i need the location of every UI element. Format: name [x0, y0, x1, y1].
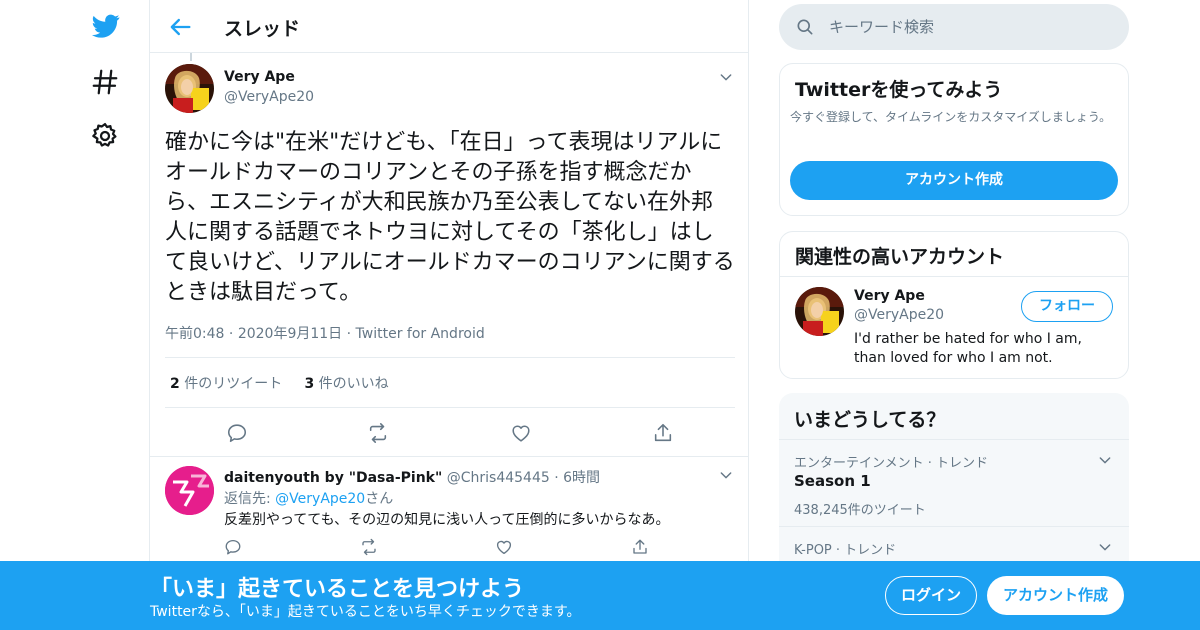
retweet-icon[interactable] — [359, 538, 379, 556]
account-handle[interactable]: @VeryApe20 — [854, 307, 944, 323]
chevron-down-icon[interactable] — [1097, 452, 1113, 468]
author-name[interactable]: Very Ape — [224, 69, 295, 85]
panel-title: Twitterを使ってみよう — [795, 79, 1003, 101]
twitter-bird-icon[interactable] — [90, 12, 122, 40]
author-handle[interactable]: @VeryApe20 — [224, 89, 314, 105]
trend-count: 438,245件のツイート — [794, 503, 926, 518]
avatar[interactable] — [165, 64, 214, 113]
signup-panel: Twitterを使ってみよう 今すぐ登録して、タイムラインをカスタマイズしましょ… — [779, 63, 1129, 216]
reply-author-name[interactable]: daitenyouth by "Dasa-Pink" — [224, 470, 442, 486]
tweet-stats: 2 件のリツイート 3 件のいいね — [170, 373, 389, 393]
search-icon — [795, 17, 815, 37]
create-account-button[interactable]: アカウント作成 — [790, 161, 1118, 200]
reply-text: 反差別やってても、その辺の知見に浅い人って圧倒的に多いからなあ。 — [224, 512, 670, 528]
chevron-down-icon[interactable] — [718, 467, 734, 483]
like-count: 3 — [304, 376, 315, 392]
meta-separator: · — [346, 326, 356, 342]
thread-connector — [190, 53, 192, 61]
reply-time[interactable]: 6時間 — [563, 470, 600, 486]
banner-subtitle: Twitterなら、「いま」起きていることをいち早くチェックできます。 — [150, 604, 581, 620]
heart-icon[interactable] — [495, 538, 513, 556]
reply-icon[interactable] — [226, 422, 248, 444]
avatar[interactable] — [165, 466, 214, 515]
like-stat[interactable]: 3 件のいいね — [304, 376, 388, 392]
reply-prefix: 返信先: — [224, 491, 271, 507]
meta-separator: · — [228, 326, 238, 342]
panel-title: いまどうしてる？ — [794, 409, 946, 431]
divider — [165, 357, 735, 358]
trend-item[interactable]: エンターテインメント · トレンド Season 1 438,245件のツイート — [779, 439, 1129, 526]
meta-separator: · — [554, 470, 559, 486]
share-icon[interactable] — [631, 538, 649, 556]
replying-to: 返信先: @VeryApe20さん — [224, 488, 393, 508]
trend-category: エンターテインメント · トレンド — [794, 456, 989, 471]
page-title: スレッド — [224, 18, 301, 40]
banner-title: 「いま」起きていることを見つけよう — [150, 577, 525, 602]
like-label: 件のいいね — [318, 376, 389, 392]
related-accounts-panel: 関連性の高いアカウント Very Ape @VeryApe20 フォロー I'd… — [779, 231, 1129, 379]
retweet-label: 件のリツイート — [184, 376, 283, 392]
search-input[interactable] — [829, 4, 1109, 50]
divider — [165, 407, 735, 408]
avatar[interactable] — [795, 287, 844, 336]
gear-icon[interactable] — [90, 121, 120, 151]
follow-button[interactable]: フォロー — [1021, 291, 1113, 322]
chevron-down-icon[interactable] — [718, 69, 734, 85]
search-bar[interactable] — [779, 4, 1129, 50]
tweet-source[interactable]: Twitter for Android — [356, 326, 485, 342]
panel-title: 関連性の高いアカウント — [795, 246, 1005, 268]
thread-column: スレッド Very Ape @VeryApe20 確かに今は"在米"だけども、「… — [149, 0, 749, 630]
reply-to-link[interactable]: @VeryApe20 — [275, 491, 365, 507]
share-icon[interactable] — [652, 422, 674, 444]
divider — [780, 276, 1128, 277]
heart-icon[interactable] — [510, 422, 532, 444]
retweet-count: 2 — [170, 376, 180, 392]
signup-button[interactable]: アカウント作成 — [987, 576, 1124, 615]
signup-banner: 「いま」起きていることを見つけよう Twitterなら、「いま」起きていることを… — [0, 561, 1200, 630]
trend-category: K-POP · トレンド — [794, 543, 897, 558]
tweet-meta: 午前0:48 · 2020年9月11日 · Twitter for Androi… — [165, 323, 485, 343]
tweet-time[interactable]: 午前0:48 — [165, 326, 224, 342]
login-button[interactable]: ログイン — [885, 576, 977, 615]
account-bio: I'd rather be hated for who I am, than l… — [854, 331, 1082, 366]
reply-header: daitenyouth by "Dasa-Pink" @Chris445445 … — [224, 467, 600, 487]
thread-header: スレッド — [150, 0, 748, 53]
chevron-down-icon[interactable] — [1097, 539, 1113, 555]
reply-suffix: さん — [365, 491, 394, 507]
hashtag-icon[interactable] — [90, 67, 120, 97]
retweet-icon[interactable] — [366, 422, 390, 444]
trend-name: Season 1 — [794, 472, 871, 490]
account-name[interactable]: Very Ape — [854, 288, 925, 304]
tweet-text: 確かに今は"在米"だけども、「在日」って表現はリアルにオールドカマーのコリアンと… — [165, 130, 735, 305]
panel-description: 今すぐ登録して、タイムラインをカスタマイズしましょう。 — [790, 110, 1112, 124]
arrow-left-icon[interactable] — [166, 13, 194, 41]
tweet-date[interactable]: 2020年9月11日 — [238, 326, 342, 342]
reply-icon[interactable] — [224, 538, 242, 556]
retweet-stat[interactable]: 2 件のリツイート — [170, 376, 282, 392]
divider — [150, 456, 748, 457]
reply-author-handle[interactable]: @Chris445445 — [447, 470, 550, 486]
